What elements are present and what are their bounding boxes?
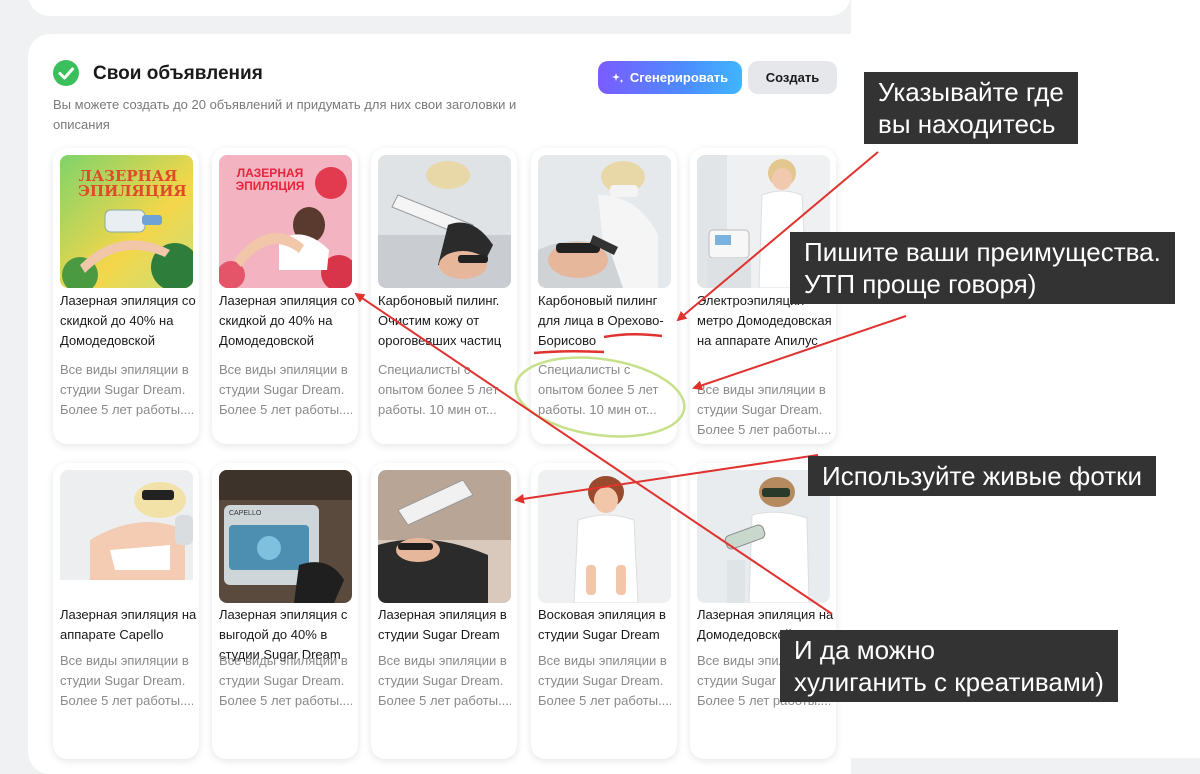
location-underline bbox=[533, 349, 605, 355]
arrow bbox=[354, 292, 833, 615]
location-underline bbox=[603, 333, 663, 339]
annotation-creative: И да можно хулиганить с креативами) bbox=[780, 630, 1118, 702]
arrow bbox=[514, 454, 819, 504]
annotation-location: Указывайте где вы находитесь bbox=[864, 72, 1078, 144]
usp-highlight-circle bbox=[514, 356, 686, 438]
annotation-usp: Пишите ваши преимущества. УТП проще говор… bbox=[790, 232, 1175, 304]
annotation-photos: Используйте живые фотки bbox=[808, 456, 1157, 496]
arrow bbox=[692, 315, 907, 391]
